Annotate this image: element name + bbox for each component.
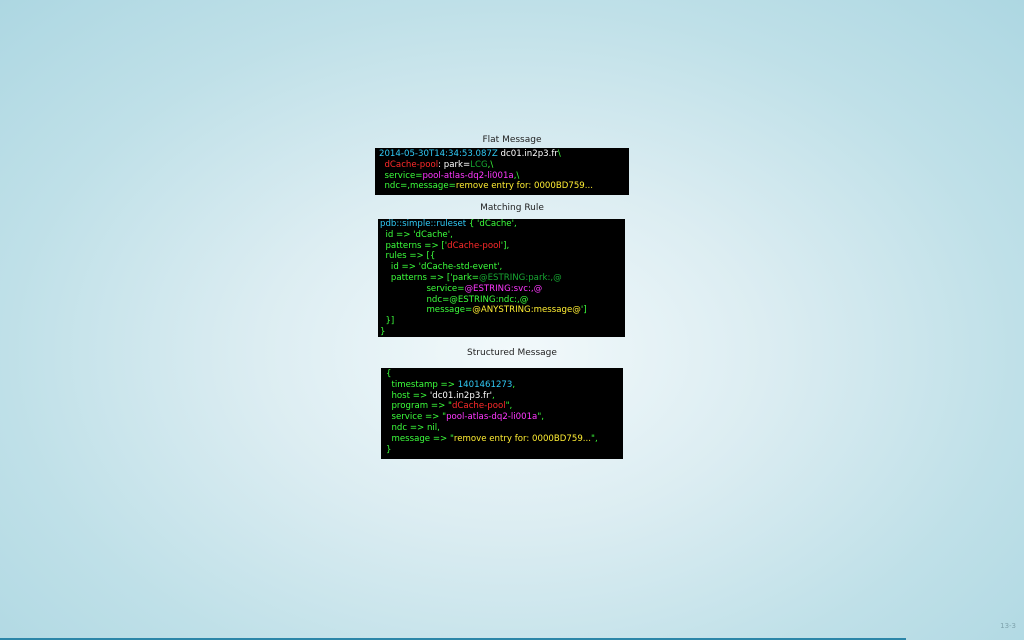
rule-patterns-label: patterns => [': [380, 240, 448, 251]
struct-host-end: ,: [491, 390, 495, 401]
rule-line-6: patterns => ['park=@ESTRING:park:,@: [380, 273, 623, 284]
rule-service-pattern: @ESTRING:svc:,@: [464, 283, 543, 294]
rule-message-label: message=: [380, 305, 473, 316]
struct-program-end: ",: [505, 401, 513, 412]
flat-cont-1: \: [557, 149, 561, 159]
rule-line-4: rules => [{: [380, 251, 436, 262]
struct-service-line: service => "pool-atlas-dq2-li001a",: [386, 412, 618, 423]
flat-line-1: 2014-05-30T14:34:53.087Z dc01.in2p3.fr\: [379, 149, 625, 160]
flat-program: dCache-pool: [384, 159, 439, 170]
rule-ruleset-keyword: pdb::simple::ruleset: [380, 219, 467, 229]
struct-message-line: message => "remove entry for: 0000BD759.…: [386, 434, 618, 445]
flat-park-label: : park=: [438, 159, 471, 170]
struct-service-end: ",: [537, 412, 545, 423]
flat-cont-2: ,\: [487, 159, 494, 170]
flat-line-4: ndc=,message=remove entry for: 0000BD759…: [379, 181, 625, 192]
flat-park-value: LCG: [470, 159, 488, 170]
flat-message-value: remove entry for: 0000BD759...: [455, 181, 593, 192]
flat-service-label: service=: [384, 170, 423, 181]
struct-timestamp-label: timestamp =>: [386, 379, 458, 390]
rule-line-11: }: [380, 326, 386, 337]
rule-park-pattern: @ESTRING:park:,@: [479, 272, 562, 283]
rule-message-pattern: @ANYSTRING:message@: [472, 305, 581, 316]
struct-program-value: dCache-pool: [451, 401, 506, 412]
flat-message-heading: Flat Message: [482, 135, 542, 145]
rule-patterns-end: '],: [500, 240, 510, 251]
matching-rule-heading: Matching Rule: [480, 203, 544, 213]
struct-message-value: remove entry for: 0000BD759...: [453, 433, 591, 444]
struct-open: {: [386, 369, 392, 379]
rule-line-2: id => 'dCache',: [380, 229, 453, 240]
struct-service-value: pool-atlas-dq2-li001a: [446, 412, 538, 423]
struct-message-end: ",: [591, 433, 598, 444]
rule-line-9: message=@ANYSTRING:message@']: [380, 305, 623, 316]
structured-message-terminal: { timestamp => 1401461273, host => 'dc01…: [381, 368, 623, 459]
rule-line-1: pdb::simple::ruleset { 'dCache',: [380, 219, 623, 230]
rule-park-label: patterns => ['park=: [380, 272, 479, 283]
struct-close: }: [386, 444, 392, 455]
rule-ruleset-name: { 'dCache',: [466, 219, 517, 229]
rule-line-7: service=@ESTRING:svc:,@: [380, 284, 623, 295]
rule-line-10: }]: [380, 316, 395, 327]
flat-line-2: dCache-pool: park=LCG,\: [379, 160, 625, 171]
struct-timestamp-end: ,: [512, 379, 516, 390]
struct-timestamp-value: 1401461273: [457, 379, 513, 390]
struct-host-line: host => 'dc01.in2p3.fr',: [386, 391, 618, 402]
struct-program-label: program => ": [386, 401, 452, 412]
struct-message-label: message => ": [386, 433, 454, 444]
struct-host-value: 'dc01.in2p3.fr': [429, 390, 492, 401]
flat-timestamp: 2014-05-30T14:34:53.087Z: [379, 149, 498, 159]
flat-message-terminal: 2014-05-30T14:34:53.087Z dc01.in2p3.fr\ …: [375, 148, 629, 195]
rule-line-3: patterns => ['dCache-pool'],: [380, 241, 623, 252]
rule-line-8: ndc=@ESTRING:ndc:,@: [380, 294, 529, 305]
rule-service-label: service=: [380, 283, 465, 294]
slide-number: 13-3: [1000, 622, 1016, 630]
struct-program-line: program => "dCache-pool",: [386, 401, 618, 412]
flat-service-value: pool-atlas-dq2-li001a: [422, 170, 514, 181]
flat-host: dc01.in2p3.fr: [500, 149, 558, 159]
struct-timestamp-line: timestamp => 1401461273,: [386, 380, 618, 391]
flat-cont-3: ,\: [513, 170, 520, 181]
rule-patterns-value: dCache-pool: [447, 240, 501, 251]
structured-message-heading: Structured Message: [467, 348, 557, 358]
struct-host-label: host =>: [386, 390, 430, 401]
rule-message-end: ']: [580, 305, 587, 316]
rule-line-5: id => 'dCache-std-event',: [380, 262, 503, 273]
struct-ndc-line: ndc => nil,: [386, 422, 440, 433]
struct-service-label: service => ": [386, 412, 447, 423]
flat-line-3: service=pool-atlas-dq2-li001a,\: [379, 171, 625, 182]
matching-rule-terminal: pdb::simple::ruleset { 'dCache', id => '…: [378, 219, 625, 337]
flat-ndc-label: ndc=,message=: [384, 181, 456, 192]
